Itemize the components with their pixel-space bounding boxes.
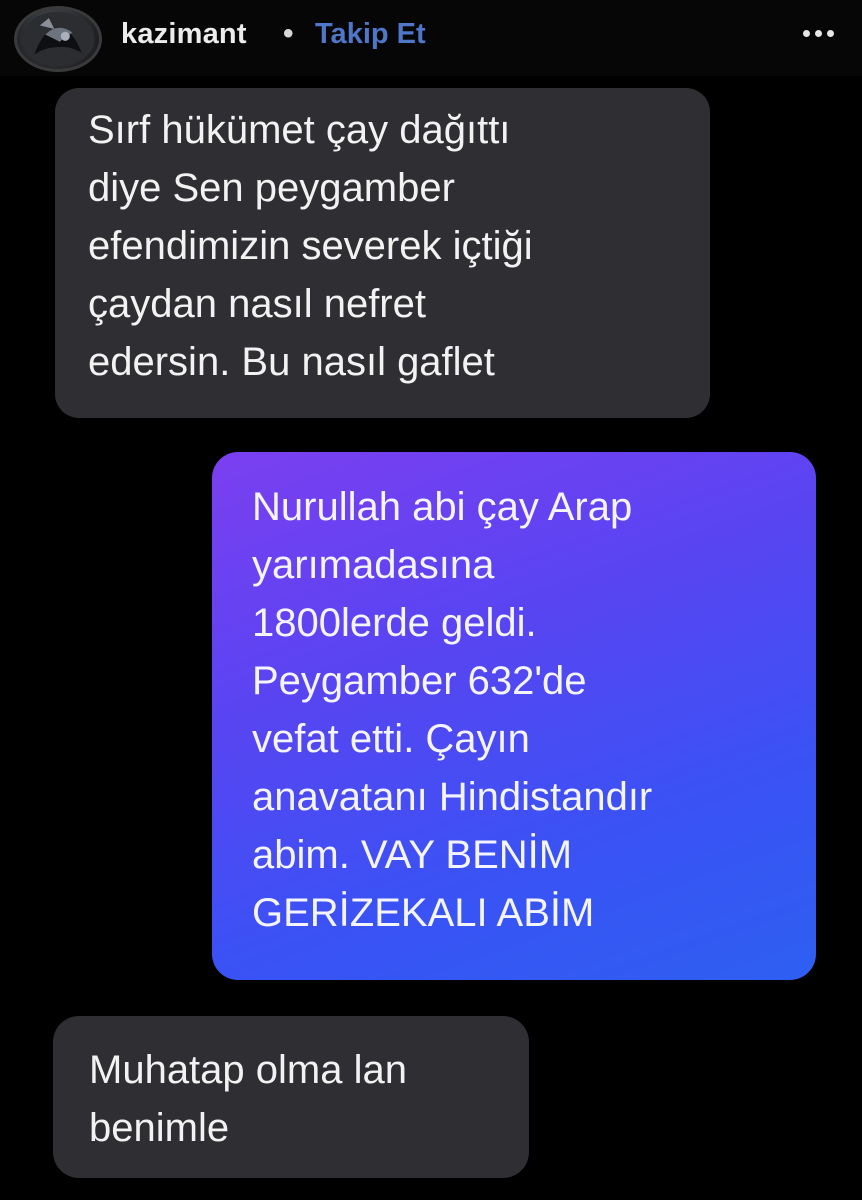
more-horizontal-icon[interactable]: [788, 10, 848, 56]
avatar[interactable]: [14, 6, 102, 72]
more-dot: [802, 29, 810, 37]
outgoing-message-bubble: Nurullah abi çay Arap yarımadasına 1800l…: [212, 452, 816, 980]
more-dot: [814, 29, 822, 37]
profile-avatar: [21, 11, 95, 67]
incoming-message-bubble: Sırf hükümet çay dağıttı diye Sen peygam…: [55, 88, 710, 418]
post-header: kazimant • Takip Et: [0, 0, 862, 76]
follow-button[interactable]: Takip Et: [315, 18, 426, 51]
username[interactable]: kazimant: [121, 18, 247, 51]
more-dot: [826, 29, 834, 37]
incoming-message-bubble: Muhatap olma lan benimle: [53, 1016, 529, 1178]
separator-dot: •: [283, 17, 294, 50]
